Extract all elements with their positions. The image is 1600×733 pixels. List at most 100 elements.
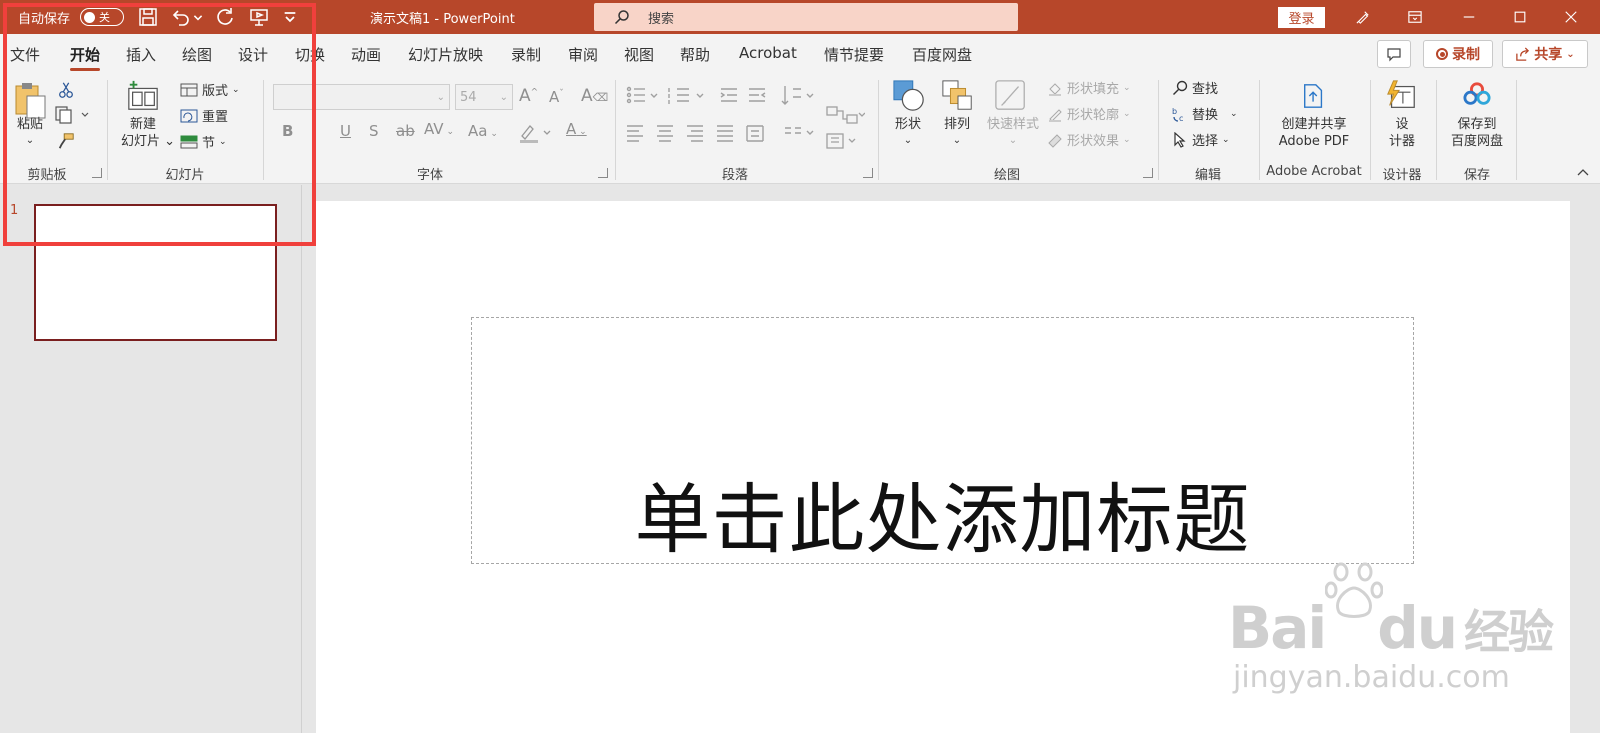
increase-font-icon[interactable]: A^ (519, 86, 538, 106)
search-box[interactable]: 搜索 (594, 3, 1018, 31)
shapes-dropdown-icon[interactable]: ⌄ (885, 132, 931, 149)
paste-dropdown-icon[interactable]: ⌄ (10, 132, 50, 149)
shapes-icon[interactable] (891, 78, 927, 114)
shapes-label[interactable]: 形状 (885, 116, 931, 133)
ribbon-display-icon[interactable] (1392, 0, 1438, 34)
change-case-button[interactable]: Aa ⌄ (468, 122, 498, 140)
designer-label-1[interactable]: 设 (1379, 116, 1425, 133)
baidu-netdisk-icon[interactable] (1460, 80, 1494, 110)
undo-dropdown-icon[interactable] (192, 6, 204, 28)
save-netdisk-label-1b[interactable]: 保存到 (1444, 116, 1510, 133)
text-direction-icon[interactable] (825, 130, 865, 152)
clear-formatting-icon[interactable]: A⌫ (581, 86, 608, 106)
undo-icon[interactable] (170, 6, 192, 28)
shape-fill-button[interactable]: 形状填充 ⌄ (1047, 78, 1131, 97)
tab-draw[interactable]: 绘图 (182, 44, 212, 65)
designer-icon[interactable] (1383, 78, 1419, 114)
save-netdisk-label-2[interactable]: 百度网盘 (1444, 133, 1510, 150)
quick-styles-dropdown-icon[interactable]: ⌄ (983, 132, 1043, 149)
share-button[interactable]: 共享 ⌄ (1502, 40, 1588, 68)
tab-storyboard[interactable]: 情节提要 (824, 44, 884, 65)
quick-styles-icon[interactable] (993, 78, 1029, 114)
shape-effects-button[interactable]: 形状效果 ⌄ (1047, 130, 1131, 149)
redo-icon[interactable] (214, 6, 236, 28)
create-pdf-label-1[interactable]: 创建并共享 (1262, 116, 1366, 133)
list-controls[interactable] (625, 84, 855, 106)
select-button[interactable]: 选择 ⌄ (1172, 130, 1230, 149)
font-name-combo[interactable]: ⌄ (273, 84, 450, 110)
copy-icon[interactable] (54, 105, 92, 125)
save-icon[interactable] (137, 6, 159, 28)
arrange-label[interactable]: 排列 (934, 116, 980, 133)
replace-button[interactable]: bc 替换 ⌄ (1172, 104, 1238, 124)
tab-insert[interactable]: 插入 (126, 44, 156, 65)
svg-text:c: c (1179, 114, 1183, 122)
strikethrough-button[interactable]: ab (396, 122, 415, 140)
new-slide-label-2[interactable]: 幻灯片 ⌄ (118, 133, 178, 150)
customize-toolbar-icon[interactable] (282, 6, 298, 28)
shape-outline-button[interactable]: 形状轮廓 ⌄ (1047, 104, 1131, 123)
tab-acrobat[interactable]: Acrobat (739, 44, 797, 62)
arrange-dropdown-icon[interactable]: ⌄ (934, 132, 980, 149)
create-pdf-label-2[interactable]: Adobe PDF (1262, 133, 1366, 150)
paste-label[interactable]: 粘贴 (10, 116, 50, 133)
quick-styles-label[interactable]: 快速样式 (983, 116, 1043, 133)
paragraph-launcher-icon[interactable] (863, 168, 873, 178)
tab-baidu-netdisk[interactable]: 百度网盘 (912, 44, 972, 65)
cut-icon[interactable] (56, 80, 76, 100)
new-slide-label-1[interactable]: 新建 (113, 116, 173, 133)
underline-button[interactable]: U (340, 122, 351, 140)
record-button[interactable]: 录制 (1423, 40, 1493, 68)
arrange-icon[interactable] (940, 78, 976, 114)
tab-design[interactable]: 设计 (238, 44, 268, 65)
font-color-button[interactable]: A ⌄ (566, 120, 587, 138)
tab-file[interactable]: 文件 (10, 44, 40, 65)
separator (1370, 80, 1371, 180)
tab-transitions[interactable]: 切换 (295, 44, 325, 65)
find-button[interactable]: 查找 (1172, 78, 1218, 97)
create-pdf-icon[interactable] (1300, 80, 1328, 112)
tab-slideshow[interactable]: 幻灯片放映 (408, 44, 483, 65)
autosave-toggle[interactable]: 关 (80, 0, 124, 34)
maximize-icon[interactable] (1497, 0, 1543, 34)
present-from-start-icon[interactable] (248, 6, 270, 28)
character-spacing-button[interactable]: AV ⌄ (424, 120, 454, 138)
login-button[interactable]: 登录 (1278, 7, 1325, 28)
drawing-launcher-icon[interactable] (1143, 168, 1153, 178)
minimize-icon[interactable] (1446, 0, 1492, 34)
smartart-icon[interactable] (825, 104, 865, 126)
italic-button[interactable]: I (312, 122, 316, 140)
new-slide-icon[interactable] (125, 78, 161, 114)
tab-view[interactable]: 视图 (624, 44, 654, 65)
bold-button[interactable]: B (282, 122, 293, 140)
share-label: 共享 (1534, 47, 1563, 63)
tab-home[interactable]: 开始 (70, 44, 101, 71)
tab-review[interactable]: 审阅 (568, 44, 598, 65)
tab-help[interactable]: 帮助 (680, 44, 710, 65)
decrease-font-icon[interactable]: Aˇ (549, 88, 564, 106)
paste-icon[interactable] (12, 80, 48, 120)
reset-button[interactable]: 重置 (180, 106, 228, 125)
format-painter-icon[interactable] (56, 131, 76, 151)
alignment-controls[interactable] (625, 122, 855, 144)
designer-label-2[interactable]: 计器 (1379, 133, 1425, 150)
clipboard-launcher-icon[interactable] (92, 168, 102, 178)
text-shadow-button[interactable]: S (369, 122, 379, 140)
tab-animations[interactable]: 动画 (351, 44, 381, 65)
comments-button[interactable] (1377, 40, 1411, 68)
font-size-combo[interactable]: 54 ⌄ (455, 84, 513, 110)
separator (107, 80, 108, 180)
collapse-ribbon-icon[interactable] (1576, 166, 1590, 178)
close-icon[interactable] (1548, 0, 1594, 34)
autosave-state: 关 (99, 11, 110, 24)
tab-record[interactable]: 录制 (511, 44, 541, 65)
layout-button[interactable]: 版式 ⌄ (180, 80, 240, 99)
slide-thumbnail[interactable] (34, 204, 277, 341)
highlight-color-icon[interactable] (518, 122, 554, 144)
shape-outline-label: 形状轮廓 (1067, 108, 1120, 123)
pen-icon[interactable] (1340, 0, 1386, 34)
separator (878, 80, 879, 180)
title-placeholder[interactable]: 单击此处添加标题 (471, 317, 1414, 564)
font-launcher-icon[interactable] (598, 168, 608, 178)
section-button[interactable]: 节 ⌄ (180, 132, 227, 151)
